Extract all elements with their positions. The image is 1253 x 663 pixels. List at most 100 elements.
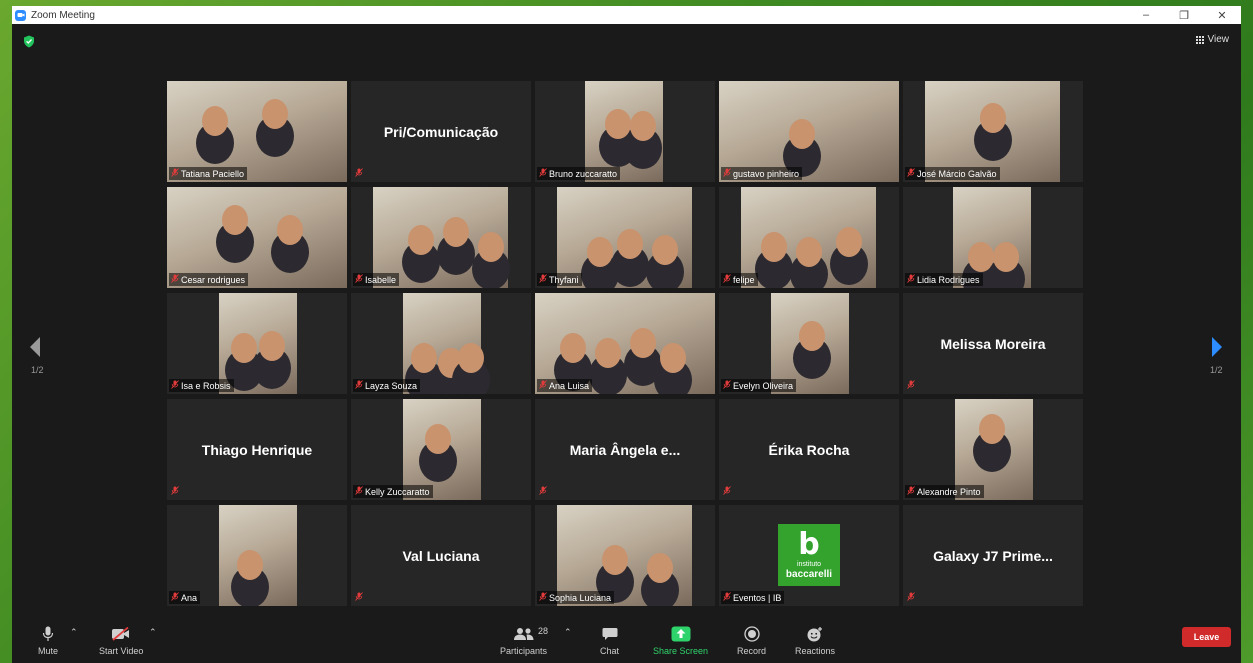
zoom-app-icon — [15, 9, 26, 21]
view-label: View — [1207, 34, 1230, 45]
participant-tile[interactable]: Sophia Luciana — [535, 505, 715, 606]
audio-options-chevron-icon[interactable]: ⌃ — [70, 627, 78, 638]
participants-options-chevron-icon[interactable]: ⌃ — [564, 627, 572, 638]
participant-tile[interactable]: gustavo pinheiro — [719, 81, 899, 182]
participant-label: Layza Souza — [353, 379, 421, 392]
share-screen-icon — [671, 625, 691, 643]
participant-face — [277, 215, 303, 245]
participant-tile[interactable]: felipe — [719, 187, 899, 288]
share-screen-label: Share Screen — [653, 646, 709, 656]
participant-tile[interactable]: Thyfani — [535, 187, 715, 288]
previous-page-arrow-icon[interactable] — [28, 336, 42, 358]
gallery-grid: Tatiana Paciello Pri/Comunicação Bruno zuc… — [167, 81, 1083, 606]
muted-microphone-icon — [723, 274, 731, 285]
participant-face — [630, 111, 656, 141]
participant-tile[interactable]: Bruno zuccaratto — [535, 81, 715, 182]
maximize-button[interactable]: ❐ — [1165, 6, 1203, 24]
participant-tile[interactable]: Pri/Comunicação — [351, 81, 531, 182]
participant-tile[interactable]: José Márcio Galvão — [903, 81, 1083, 182]
participant-tile[interactable]: Cesar rodrigues — [167, 187, 347, 288]
participant-tile[interactable]: Melissa Moreira — [903, 293, 1083, 394]
participant-video — [741, 187, 876, 288]
participant-face — [993, 242, 1019, 272]
reactions-label: Reactions — [795, 646, 836, 656]
video-options-chevron-icon[interactable]: ⌃ — [149, 627, 157, 638]
participant-name: Ana — [181, 592, 198, 603]
participant-tile[interactable]: Érika Rocha — [719, 399, 899, 500]
participant-tile[interactable]: Galaxy J7 Prime... — [903, 505, 1083, 606]
participant-face — [478, 232, 504, 262]
muted-microphone-icon — [355, 168, 363, 179]
next-page-arrow-icon[interactable] — [1210, 336, 1224, 358]
chat-button[interactable]: Chat — [600, 625, 619, 656]
participants-icon — [513, 625, 535, 643]
participant-name: Bruno zuccaratto — [549, 168, 618, 179]
participant-face — [222, 205, 248, 235]
participant-label: Kelly Zuccaratto — [353, 485, 433, 498]
participant-tile[interactable]: Ana Luisa — [535, 293, 715, 394]
participant-tile[interactable]: Evelyn Oliveira — [719, 293, 899, 394]
participant-name: felipe — [733, 274, 755, 285]
muted-microphone-icon — [723, 486, 731, 497]
participant-name: Eventos | IB — [733, 592, 782, 603]
muted-microphone-icon — [171, 380, 179, 391]
muted-microphone-icon — [723, 380, 731, 391]
participant-name: José Márcio Galvão — [917, 168, 997, 179]
participant-face — [259, 331, 285, 361]
participant-face — [587, 237, 613, 267]
leave-button[interactable]: Leave — [1182, 627, 1231, 647]
participant-face — [630, 328, 656, 358]
participant-tile[interactable]: Val Luciana — [351, 505, 531, 606]
close-button[interactable]: ✕ — [1203, 6, 1241, 24]
participant-tile[interactable]: Maria Ângela e... — [535, 399, 715, 500]
muted-microphone-icon — [539, 274, 547, 285]
participant-label — [905, 591, 918, 604]
participant-tile[interactable]: Ana — [167, 505, 347, 606]
participant-tile[interactable]: Tatiana Paciello — [167, 81, 347, 182]
participant-label: felipe — [721, 273, 758, 286]
participant-tile[interactable]: Isabelle — [351, 187, 531, 288]
participant-label: Cesar rodrigues — [169, 273, 249, 286]
participant-tile[interactable]: Thiago Henrique — [167, 399, 347, 500]
muted-microphone-icon — [907, 274, 915, 285]
encryption-shield-icon[interactable] — [23, 35, 35, 48]
participant-name: Thyfani — [549, 274, 579, 285]
muted-microphone-icon — [355, 592, 363, 603]
participant-label: Isa e Robsis — [169, 379, 234, 392]
start-video-label: Start Video — [99, 646, 144, 656]
reactions-button[interactable]: Reactions — [795, 625, 835, 656]
participant-display-name: Pri/Comunicação — [383, 123, 499, 140]
participant-name: Alexandre Pinto — [917, 486, 981, 497]
participant-tile[interactable]: b instituto baccarelli Eventos | IB — [719, 505, 899, 606]
minimize-button[interactable]: – — [1127, 6, 1165, 24]
participant-face — [595, 338, 621, 368]
record-label: Record — [737, 646, 767, 656]
participant-tile[interactable]: Alexandre Pinto — [903, 399, 1083, 500]
participant-label — [169, 485, 182, 498]
participant-tile[interactable]: Lidia Rodrigues — [903, 187, 1083, 288]
participant-label: Thyfani — [537, 273, 582, 286]
participant-tile[interactable]: Kelly Zuccaratto — [351, 399, 531, 500]
participant-face — [602, 545, 628, 575]
start-video-button[interactable]: Start Video — [99, 625, 143, 656]
participant-face — [980, 103, 1006, 133]
title-bar: Zoom Meeting – ❐ ✕ — [12, 6, 1241, 24]
participants-count: 28 — [538, 626, 549, 636]
share-screen-button[interactable]: Share Screen — [653, 625, 708, 656]
record-icon — [743, 625, 760, 643]
muted-microphone-icon — [171, 592, 179, 603]
chat-label: Chat — [600, 646, 620, 656]
participant-face — [796, 237, 822, 267]
logo-symbol: b — [798, 526, 820, 562]
participant-tile[interactable]: Isa e Robsis — [167, 293, 347, 394]
muted-microphone-icon — [171, 274, 179, 285]
participants-label: Participants — [500, 646, 548, 656]
view-button[interactable]: View — [1195, 34, 1230, 45]
mute-button[interactable]: Mute — [38, 625, 58, 656]
muted-microphone-icon — [171, 168, 179, 179]
participant-name: Isa e Robsis — [181, 380, 231, 391]
participant-face — [979, 414, 1005, 444]
page-indicator-left: 1/2 — [31, 365, 44, 375]
record-button[interactable]: Record — [737, 625, 766, 656]
participant-tile[interactable]: Layza Souza — [351, 293, 531, 394]
